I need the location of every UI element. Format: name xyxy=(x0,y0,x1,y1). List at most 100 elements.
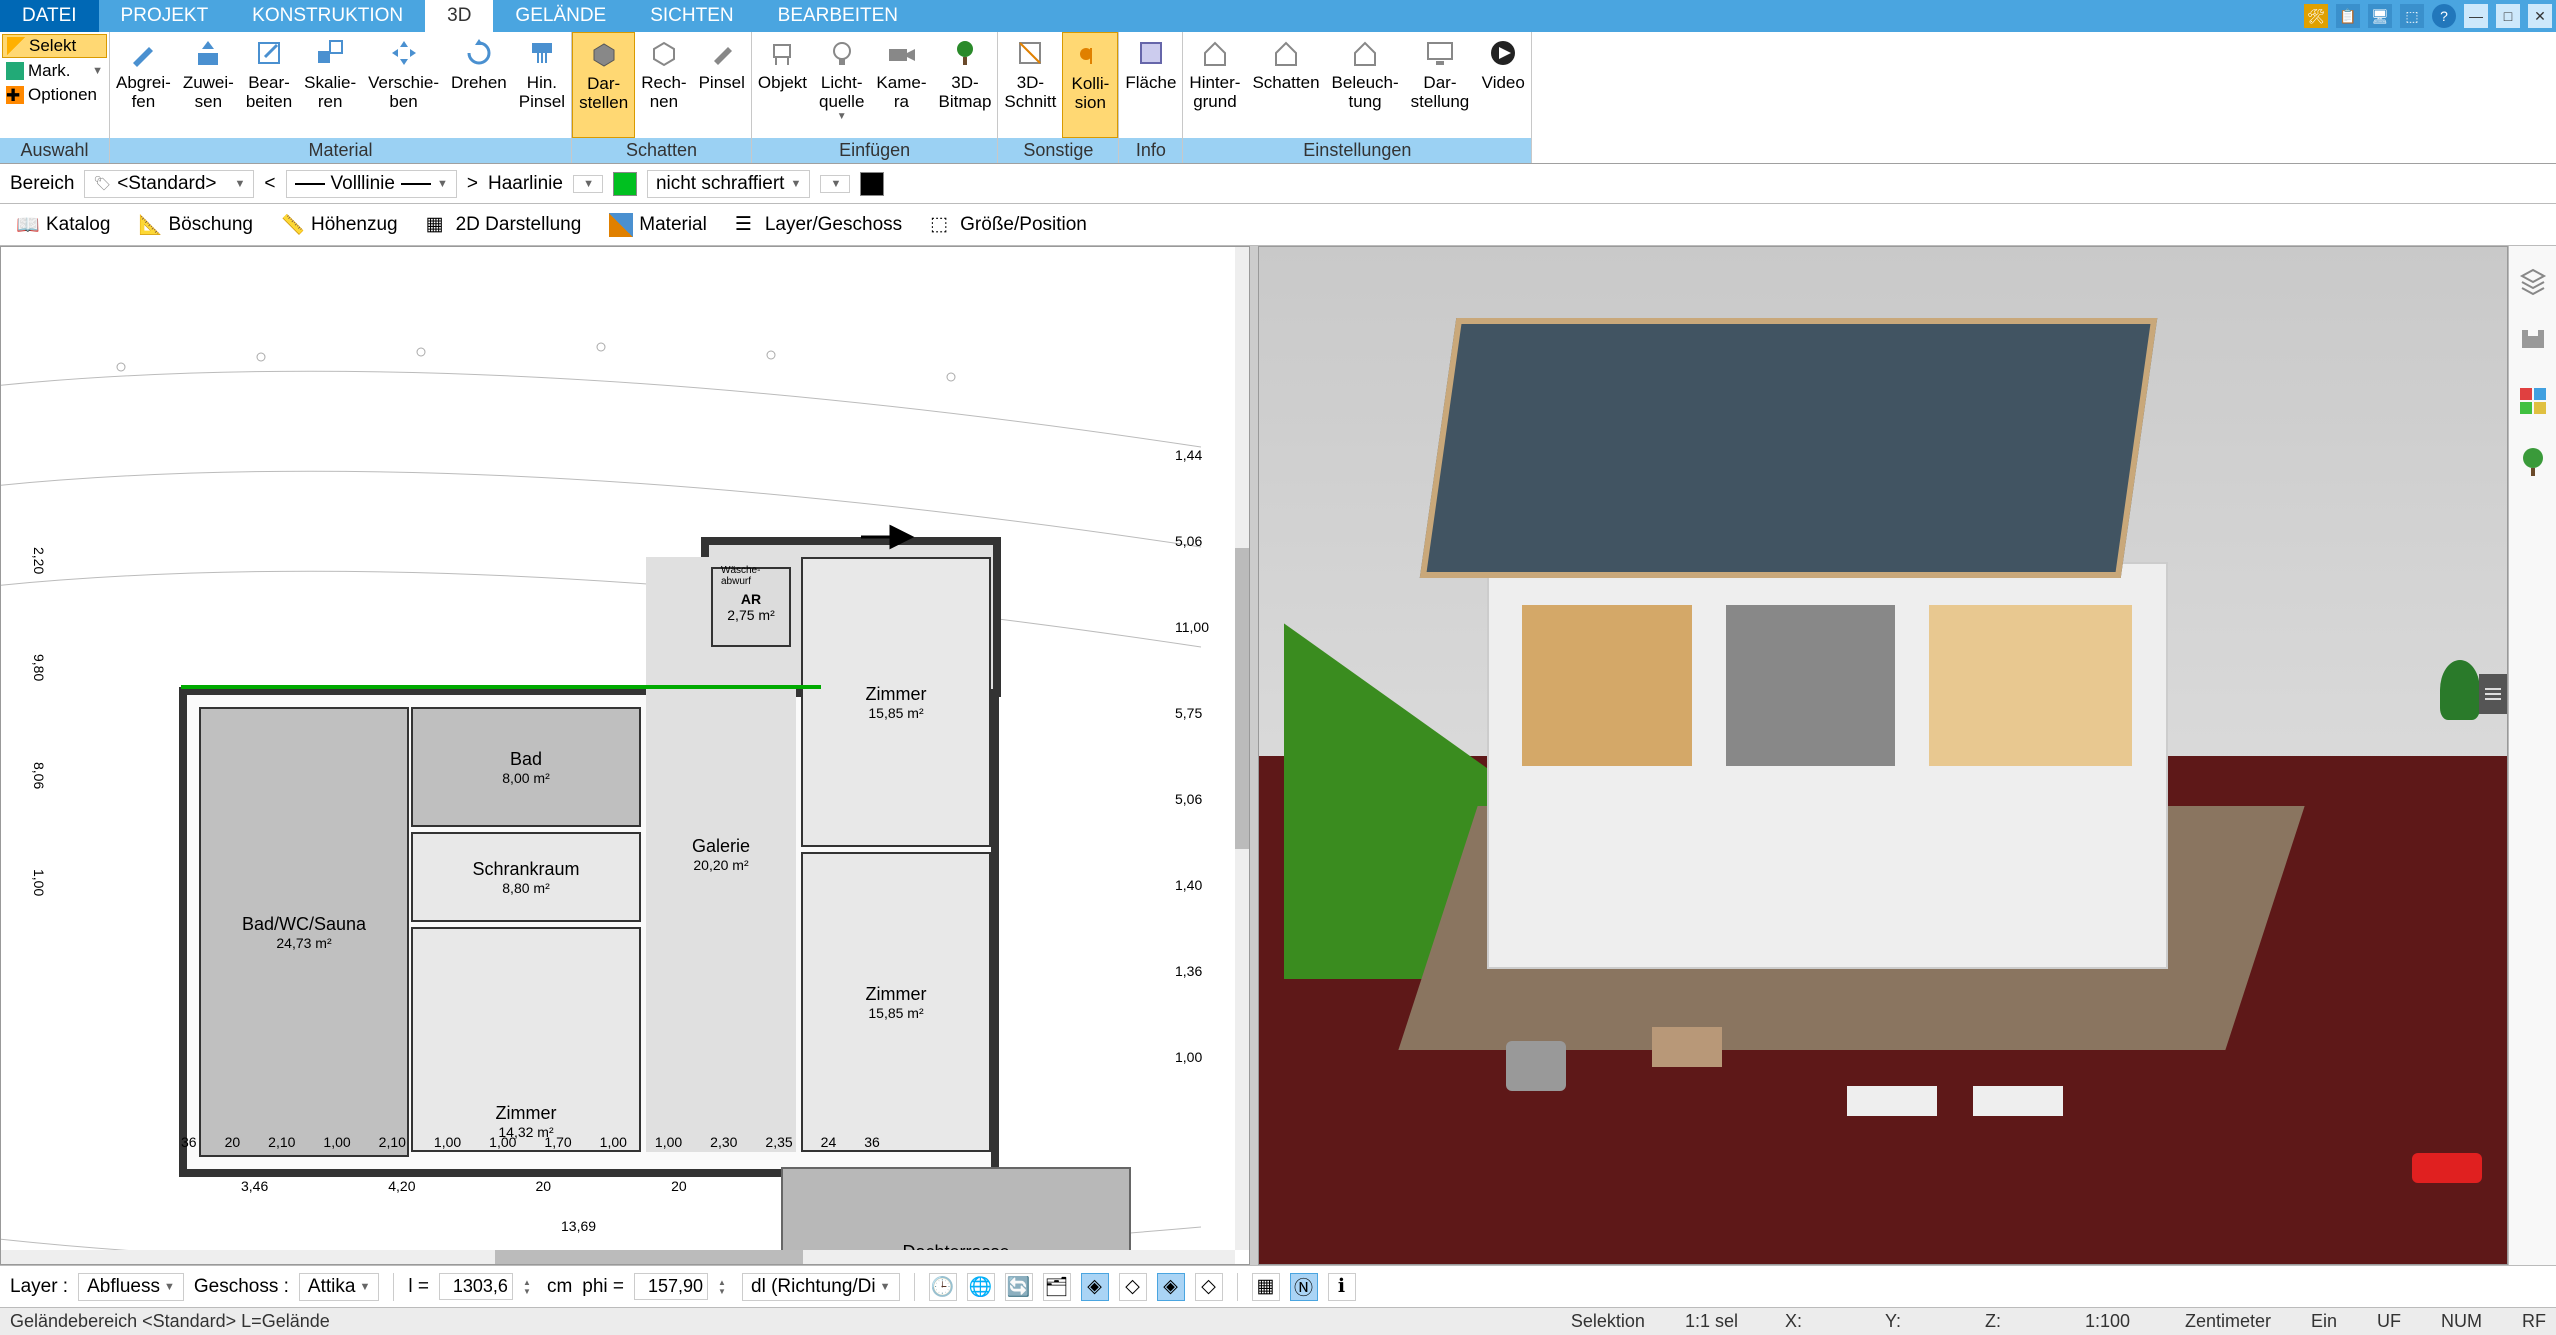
skalieren-button[interactable]: Skalie- ren xyxy=(298,32,362,138)
palette-panel-icon[interactable] xyxy=(2518,386,2548,416)
minimize-button[interactable]: — xyxy=(2464,4,2488,28)
room-bad-wc-sauna[interactable]: Bad/WC/Sauna24,73 m² xyxy=(199,707,409,1157)
tools-icon[interactable]: 🛠 xyxy=(2304,4,2328,28)
2d-plan-view[interactable]: Bad/WC/Sauna24,73 m² Bad8,00 m² Schrankr… xyxy=(0,246,1250,1265)
l-input[interactable] xyxy=(439,1273,513,1300)
schatten-button[interactable]: Schatten xyxy=(1246,32,1325,138)
layer1-icon[interactable]: ◈ xyxy=(1081,1273,1109,1301)
pinsel-button[interactable]: Pinsel xyxy=(693,32,751,138)
menu-tab-konstruktion[interactable]: KONSTRUKTION xyxy=(230,0,425,32)
north-icon[interactable]: Ⓝ xyxy=(1290,1273,1318,1301)
menu-tab-projekt[interactable]: PROJEKT xyxy=(99,0,231,32)
collision-icon xyxy=(1073,37,1107,71)
room-bad[interactable]: Bad8,00 m² xyxy=(411,707,641,827)
color-swatch-green[interactable] xyxy=(613,172,637,196)
room-zimmer-1[interactable]: Zimmer14,32 m² xyxy=(411,927,641,1152)
flaeche-button[interactable]: Fläche xyxy=(1119,32,1182,138)
room-schrankraum[interactable]: Schrankraum8,80 m² xyxy=(411,832,641,922)
info-icon[interactable]: ℹ xyxy=(1328,1273,1356,1301)
3d-bitmap-button[interactable]: 3D- Bitmap xyxy=(932,32,997,138)
screen-icon[interactable]: 🖥 xyxy=(2368,4,2392,28)
zuweisen-button[interactable]: Zuwei- sen xyxy=(177,32,240,138)
drawer-handle[interactable] xyxy=(2479,674,2507,714)
3d-schnitt-button[interactable]: 3D- Schnitt xyxy=(998,32,1062,138)
abgreifen-button[interactable]: Abgrei- fen xyxy=(110,32,177,138)
brush-icon xyxy=(525,36,559,70)
room-zimmer-2[interactable]: Zimmer15,85 m² xyxy=(801,557,991,847)
boschung-button[interactable]: 📐Böschung xyxy=(130,209,261,241)
room-zimmer-3[interactable]: Zimmer15,85 m² xyxy=(801,852,991,1152)
menu-tab-bearbeiten[interactable]: BEARBEITEN xyxy=(756,0,920,32)
layer-select[interactable]: Abfluess▼ xyxy=(78,1273,184,1301)
ribbon-group-einfuegen: Objekt Licht- quelle▼ Kame- ra 3D- Bitma… xyxy=(752,32,999,163)
camera-icon xyxy=(884,36,918,70)
lineweight-select[interactable]: ▼ xyxy=(573,175,603,193)
lichtquelle-button[interactable]: Licht- quelle▼ xyxy=(813,32,870,138)
refresh-icon[interactable]: 🔄 xyxy=(1005,1273,1033,1301)
selekt-button[interactable]: Selekt xyxy=(2,34,107,58)
pane-splitter[interactable] xyxy=(1250,246,1258,1265)
menu-tab-gelaende[interactable]: GELÄNDE xyxy=(493,0,628,32)
group-label: Info xyxy=(1119,138,1182,163)
objekt-button[interactable]: Objekt xyxy=(752,32,813,138)
menu-tab-sichten[interactable]: SICHTEN xyxy=(628,0,755,32)
layer4-icon[interactable]: ◇ xyxy=(1195,1273,1223,1301)
linetype-select[interactable]: Volllinie▼ xyxy=(286,170,457,198)
horizontal-scrollbar[interactable] xyxy=(1,1250,1235,1264)
vertical-scrollbar[interactable] xyxy=(1235,247,1249,1250)
hin-pinsel-button[interactable]: Hin. Pinsel xyxy=(513,32,571,138)
layer-button[interactable]: ☰Layer/Geschoss xyxy=(727,209,910,241)
mark-button[interactable]: Mark.▼ xyxy=(2,60,107,82)
view-icon[interactable]: ⬚ xyxy=(2400,4,2424,28)
hatch-select[interactable]: nicht schraffiert▼ xyxy=(647,170,810,198)
bereich-select[interactable]: 🏷<Standard>▼ xyxy=(84,170,254,198)
color-swatch-black[interactable] xyxy=(860,172,884,196)
clipboard-icon[interactable]: 📋 xyxy=(2336,4,2360,28)
kollision-button[interactable]: Kolli- sion xyxy=(1062,32,1118,138)
hatch2-select[interactable]: ▼ xyxy=(820,175,850,193)
help-icon[interactable]: ? xyxy=(2432,4,2456,28)
status-scale: 1:100 xyxy=(2085,1311,2145,1332)
arrow-right[interactable]: > xyxy=(467,173,478,195)
phi-spinner[interactable]: ▲▼ xyxy=(718,1278,732,1296)
hohenzug-button[interactable]: 📏Höhenzug xyxy=(273,209,406,241)
clock-icon[interactable]: 🕒 xyxy=(929,1273,957,1301)
mode-select[interactable]: dl (Richtung/Di▼ xyxy=(742,1273,900,1301)
layers-panel-icon[interactable] xyxy=(2518,266,2548,296)
furniture-panel-icon[interactable] xyxy=(2518,326,2548,356)
2d-icon: ▦ xyxy=(426,213,450,237)
grid-icon[interactable]: ▦ xyxy=(1252,1273,1280,1301)
close-button[interactable]: ✕ xyxy=(2528,4,2552,28)
bearbeiten-button[interactable]: Bear- beiten xyxy=(240,32,298,138)
katalog-button[interactable]: 📖Katalog xyxy=(8,209,118,241)
phi-input[interactable] xyxy=(634,1273,708,1300)
rechnen-button[interactable]: Rech- nen xyxy=(635,32,692,138)
darstellen-button[interactable]: Dar- stellen xyxy=(572,32,635,138)
menu-tab-datei[interactable]: DATEI xyxy=(0,0,99,32)
kamera-button[interactable]: Kame- ra xyxy=(870,32,932,138)
darstellung-button[interactable]: Dar- stellung xyxy=(1405,32,1476,138)
grosse-button[interactable]: ⬚Größe/Position xyxy=(922,209,1095,241)
arrow-left[interactable]: < xyxy=(264,173,275,195)
3d-render-view[interactable] xyxy=(1258,246,2508,1265)
tree-panel-icon[interactable] xyxy=(2518,446,2548,476)
cascade-icon[interactable]: 🗂 xyxy=(1043,1273,1071,1301)
l-spinner[interactable]: ▲▼ xyxy=(523,1278,537,1296)
2d-darstellung-button[interactable]: ▦2D Darstellung xyxy=(418,209,590,241)
optionen-button[interactable]: ✚Optionen xyxy=(2,84,107,106)
verschieben-button[interactable]: Verschie- ben xyxy=(362,32,445,138)
geschoss-select[interactable]: Attika▼ xyxy=(299,1273,379,1301)
maximize-button[interactable]: □ xyxy=(2496,4,2520,28)
material-button[interactable]: Material xyxy=(601,209,715,241)
layer3-icon[interactable]: ◈ xyxy=(1157,1273,1185,1301)
scale-icon xyxy=(313,36,347,70)
video-button[interactable]: Video xyxy=(1475,32,1531,138)
layer2-icon[interactable]: ◇ xyxy=(1119,1273,1147,1301)
cursor-icon xyxy=(7,37,25,55)
menu-tab-3d[interactable]: 3D xyxy=(425,0,493,32)
ribbon-group-info: Fläche Info xyxy=(1119,32,1183,163)
hintergrund-button[interactable]: Hinter- grund xyxy=(1183,32,1246,138)
drehen-button[interactable]: Drehen xyxy=(445,32,513,138)
globe-icon[interactable]: 🌐 xyxy=(967,1273,995,1301)
beleuchtung-button[interactable]: Beleuch- tung xyxy=(1326,32,1405,138)
